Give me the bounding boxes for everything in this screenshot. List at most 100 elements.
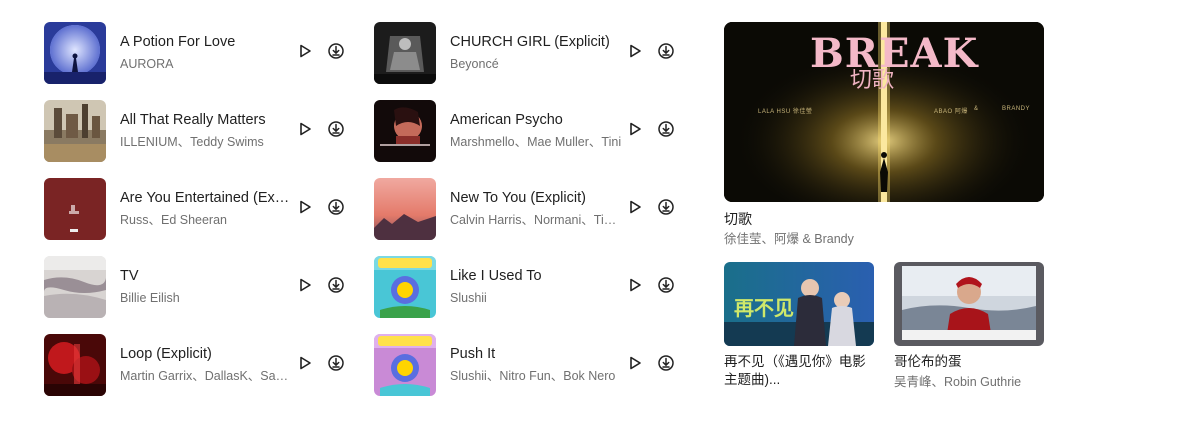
download-button[interactable]: [655, 198, 677, 220]
play-icon: [626, 42, 644, 65]
mini-cover-text: 再不见: [734, 296, 794, 320]
play-icon: [296, 354, 314, 377]
track-title[interactable]: Are You Entertained (Explicit): [120, 188, 292, 208]
download-button[interactable]: [655, 276, 677, 298]
track-title[interactable]: New To You (Explicit): [450, 188, 622, 208]
play-button[interactable]: [624, 198, 646, 220]
track-row[interactable]: All That Really Matters ILLENIUM、Teddy S…: [44, 100, 344, 162]
play-button[interactable]: [624, 354, 646, 376]
track-row[interactable]: TV Billie Eilish: [44, 256, 344, 318]
download-icon: [657, 42, 675, 65]
mini-artist[interactable]: 吴青峰、Robin Guthrie: [894, 373, 1044, 391]
featured-cover-title: BREAK: [810, 30, 979, 77]
play-icon: [626, 198, 644, 221]
album-cover[interactable]: [44, 100, 106, 162]
play-icon: [296, 120, 314, 143]
cover-credit: BRANDY: [1002, 106, 1031, 112]
track-artist[interactable]: ILLENIUM、Teddy Swims: [120, 133, 292, 151]
play-button[interactable]: [294, 42, 316, 64]
play-button[interactable]: [624, 120, 646, 142]
download-button[interactable]: [655, 42, 677, 64]
track-title[interactable]: CHURCH GIRL (Explicit): [450, 32, 622, 52]
play-button[interactable]: [294, 354, 316, 376]
track-list-column-2: CHURCH GIRL (Explicit) Beyoncé American …: [374, 22, 674, 412]
play-icon: [626, 354, 644, 377]
track-row[interactable]: Like I Used To Slushii: [374, 256, 674, 318]
album-cover[interactable]: [374, 256, 436, 318]
play-icon: [626, 120, 644, 143]
track-title[interactable]: Push It: [450, 344, 622, 364]
track-row[interactable]: A Potion For Love AURORA: [44, 22, 344, 84]
track-row[interactable]: Are You Entertained (Explicit) Russ、Ed S…: [44, 178, 344, 240]
download-button[interactable]: [655, 354, 677, 376]
featured-artist[interactable]: 徐佳莹、阿爆 & Brandy: [724, 230, 1044, 248]
album-cover[interactable]: [374, 334, 436, 396]
track-artist[interactable]: Calvin Harris、Normani、Tinashe: [450, 211, 622, 229]
album-cover[interactable]: [374, 178, 436, 240]
track-artist[interactable]: Russ、Ed Sheeran: [120, 211, 292, 229]
album-cover[interactable]: [374, 100, 436, 162]
play-button[interactable]: [294, 198, 316, 220]
track-artist[interactable]: Marshmello、Mae Muller、Tini: [450, 133, 622, 151]
download-icon: [327, 354, 345, 377]
track-artist[interactable]: AURORA: [120, 55, 292, 73]
track-title[interactable]: TV: [120, 266, 292, 286]
track-title[interactable]: Loop (Explicit): [120, 344, 292, 364]
track-row[interactable]: Push It Slushii、Nitro Fun、Bok Nero: [374, 334, 674, 396]
download-icon: [327, 276, 345, 299]
play-icon: [296, 276, 314, 299]
download-button[interactable]: [325, 354, 347, 376]
album-cover[interactable]: [44, 256, 106, 318]
play-button[interactable]: [624, 276, 646, 298]
download-icon: [657, 276, 675, 299]
download-button[interactable]: [325, 120, 347, 142]
album-cover[interactable]: [44, 334, 106, 396]
track-row[interactable]: New To You (Explicit) Calvin Harris、Norm…: [374, 178, 674, 240]
track-title[interactable]: American Psycho: [450, 110, 622, 130]
play-button[interactable]: [294, 276, 316, 298]
track-row[interactable]: CHURCH GIRL (Explicit) Beyoncé: [374, 22, 674, 84]
mini-title[interactable]: 再不见（《遇见你》电影主题曲)...: [724, 353, 874, 389]
mini-card[interactable]: 再不见 再不见（《遇见你》电影主题曲)...: [724, 262, 874, 389]
play-icon: [626, 276, 644, 299]
track-artist[interactable]: Martin Garrix、DallasK、Sasha Alex Sloan: [120, 367, 292, 385]
download-icon: [327, 120, 345, 143]
play-icon: [296, 42, 314, 65]
cover-credit: &: [974, 106, 979, 112]
download-button[interactable]: [655, 120, 677, 142]
track-artist[interactable]: Billie Eilish: [120, 289, 292, 307]
download-button[interactable]: [325, 42, 347, 64]
download-icon: [657, 120, 675, 143]
download-icon: [327, 198, 345, 221]
track-artist[interactable]: Slushii: [450, 289, 622, 307]
track-title[interactable]: A Potion For Love: [120, 32, 292, 52]
track-row[interactable]: Loop (Explicit) Martin Garrix、DallasK、Sa…: [44, 334, 344, 396]
track-title[interactable]: Like I Used To: [450, 266, 622, 286]
mini-cover[interactable]: [894, 262, 1044, 346]
track-artist[interactable]: Beyoncé: [450, 55, 622, 73]
track-list-column-1: A Potion For Love AURORA All That Really…: [44, 22, 344, 412]
album-cover[interactable]: [44, 22, 106, 84]
play-icon: [296, 198, 314, 221]
album-cover[interactable]: [44, 178, 106, 240]
featured-cover[interactable]: BREAK 切歌 LALA HSU 徐佳瑩 ABAO 阿爆 & BRANDY: [724, 22, 1044, 202]
track-row[interactable]: American Psycho Marshmello、Mae Muller、Ti…: [374, 100, 674, 162]
play-button[interactable]: [294, 120, 316, 142]
cover-credit: LALA HSU 徐佳瑩: [758, 109, 813, 115]
download-button[interactable]: [325, 276, 347, 298]
play-button[interactable]: [624, 42, 646, 64]
mini-title[interactable]: 哥伦布的蛋: [894, 353, 1044, 371]
featured-title[interactable]: 切歌: [724, 210, 1044, 228]
featured-card[interactable]: BREAK 切歌 LALA HSU 徐佳瑩 ABAO 阿爆 & BRANDY 切…: [724, 22, 1044, 248]
album-cover[interactable]: [374, 22, 436, 84]
download-button[interactable]: [325, 198, 347, 220]
track-artist[interactable]: Slushii、Nitro Fun、Bok Nero: [450, 367, 622, 385]
mini-card[interactable]: 哥伦布的蛋 吴青峰、Robin Guthrie: [894, 262, 1044, 391]
download-icon: [657, 198, 675, 221]
featured-cover-subtitle: 切歌: [850, 68, 895, 93]
download-icon: [327, 42, 345, 65]
track-title[interactable]: All That Really Matters: [120, 110, 292, 130]
cover-credit: ABAO 阿爆: [934, 109, 968, 115]
download-icon: [657, 354, 675, 377]
mini-cover[interactable]: 再不见: [724, 262, 874, 346]
